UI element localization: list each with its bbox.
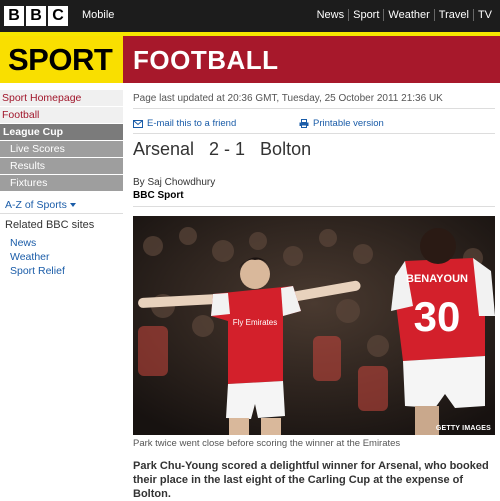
shirt-name-text: BENAYOUN <box>406 273 468 285</box>
az-label: A-Z of Sports <box>5 199 67 211</box>
divider <box>133 206 495 207</box>
article-intro: Park Chu-Young scored a delightful winne… <box>133 460 489 500</box>
email-label: E-mail this to a friend <box>147 118 237 129</box>
sidebar-item-sport-homepage[interactable]: Sport Homepage <box>0 90 123 107</box>
logo-letter-b2: B <box>26 6 46 26</box>
divider <box>133 133 495 134</box>
sidebar-item-football[interactable]: Football <box>0 107 123 124</box>
nav-news[interactable]: News <box>313 9 349 21</box>
sidebar-item-results[interactable]: Results <box>0 158 123 175</box>
mobile-link[interactable]: Mobile <box>82 9 114 21</box>
print-link[interactable]: Printable version <box>299 118 384 129</box>
photo-caption: Park twice went close before scoring the… <box>133 438 401 449</box>
sport-logo[interactable]: SPORT <box>8 42 113 78</box>
print-label: Printable version <box>313 118 384 129</box>
printer-icon <box>299 119 309 128</box>
related-link-news[interactable]: News <box>10 236 65 250</box>
nav-sport[interactable]: Sport <box>349 9 383 21</box>
envelope-icon <box>133 119 143 128</box>
page-title: Arsenal 2 - 1 Bolton <box>133 139 312 159</box>
email-link[interactable]: E-mail this to a friend <box>133 118 236 129</box>
photo-illustration: Fly Emirates BENAYOUN 30 <box>133 216 495 435</box>
football-heading[interactable]: FOOTBALL <box>133 45 279 76</box>
divider <box>133 108 495 109</box>
related-sites-list: News Weather Sport Relief <box>10 236 65 278</box>
sidebar-item-fixtures[interactable]: Fixtures <box>0 175 123 192</box>
top-bar: B B C Mobile News Sport Weather Travel T… <box>0 0 500 32</box>
related-link-sport-relief[interactable]: Sport Relief <box>10 264 65 278</box>
related-link-weather[interactable]: Weather <box>10 250 65 264</box>
sidebar-item-league-cup[interactable]: League Cup <box>0 124 123 141</box>
nav-travel[interactable]: Travel <box>435 9 473 21</box>
nav-weather[interactable]: Weather <box>384 9 433 21</box>
nav-tv[interactable]: TV <box>474 9 496 21</box>
byline: By Saj Chowdhury <box>133 177 216 188</box>
byline-org: BBC Sport <box>133 190 184 201</box>
caret-down-icon <box>69 203 76 208</box>
shirt-sponsor-text: Fly Emirates <box>233 318 277 327</box>
bbc-logo[interactable]: B B C <box>4 6 68 26</box>
last-updated: Page last updated at 20:36 GMT, Tuesday,… <box>133 93 443 104</box>
article-photo: Fly Emirates BENAYOUN 30 GETTY IMAGES <box>133 216 495 435</box>
sidebar-item-live-scores[interactable]: Live Scores <box>0 141 123 158</box>
shirt-number-text: 30 <box>414 293 461 340</box>
top-nav: News Sport Weather Travel TV <box>313 9 496 21</box>
related-sites-heading: Related BBC sites <box>5 219 95 231</box>
divider <box>0 213 123 214</box>
sidebar: Sport Homepage Football League Cup Live … <box>0 90 123 192</box>
photo-credit: GETTY IMAGES <box>435 425 491 432</box>
az-of-sports-link[interactable]: A-Z of Sports <box>5 199 76 211</box>
logo-letter-b1: B <box>4 6 24 26</box>
logo-letter-c: C <box>48 6 68 26</box>
